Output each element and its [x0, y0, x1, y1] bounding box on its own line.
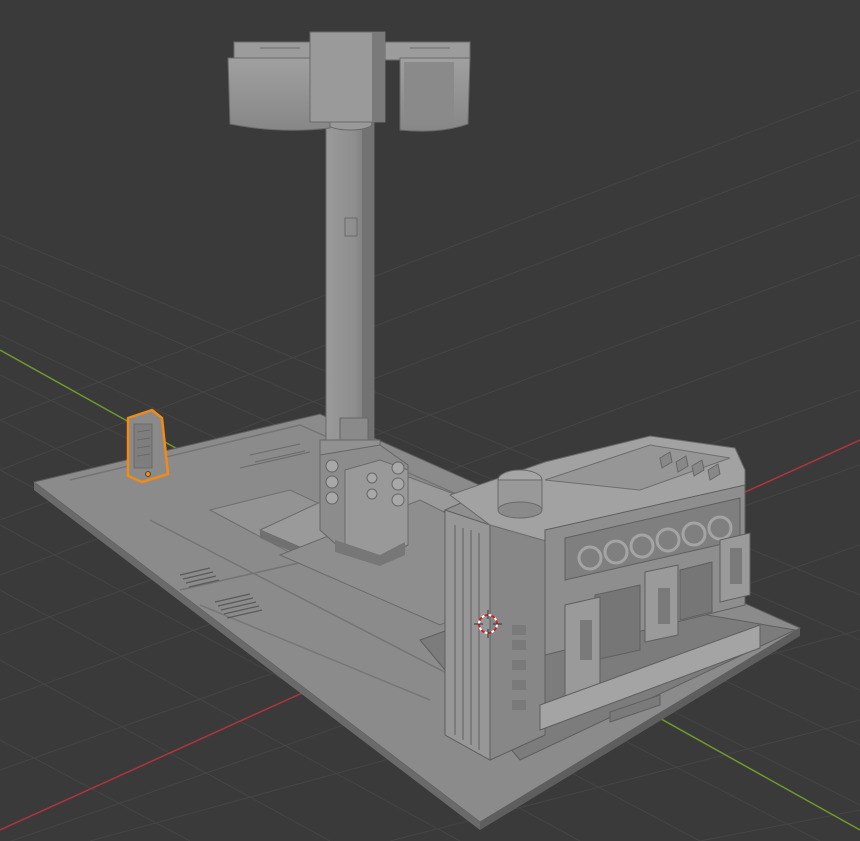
small-generator-prop[interactable] — [126, 408, 170, 484]
lamp-head[interactable] — [227, 31, 471, 132]
3d-viewport[interactable] — [0, 0, 860, 841]
origin-point-icon — [145, 471, 151, 477]
light-pole[interactable] — [319, 117, 381, 459]
